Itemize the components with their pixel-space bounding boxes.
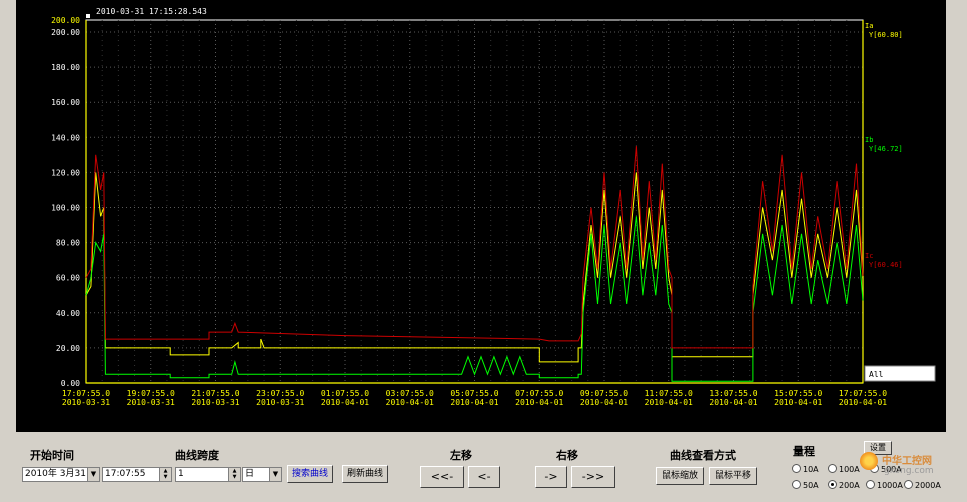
range-radio-10a[interactable]: 10A [792,464,819,474]
mouse-zoom-button[interactable]: 鼠标缩放 [656,467,704,485]
range-radio-50a[interactable]: 50A [792,480,819,490]
radio-icon [866,480,875,489]
y-top-label: 200.00 [51,16,80,25]
x-tick-time-label: 21:07:55.0 [191,389,239,398]
series-value-label: Y[46.72] [869,145,903,153]
move-left-button[interactable]: <- [468,466,500,488]
range-radio-100a[interactable]: 100A [828,464,860,474]
x-tick-time-label: 11:07:55.0 [645,389,693,398]
x-tick-date-label: 2010-03-31 [127,398,175,407]
move-right-far-button[interactable]: ->> [571,466,615,488]
x-tick-date-label: 2010-04-01 [839,398,887,407]
series-value-label: Y[60.80] [869,31,903,39]
start-time-label: 开始时间 [30,449,74,462]
x-tick-time-label: 17:07:55.0 [839,389,887,398]
radio-icon [904,480,913,489]
cursor-marker [86,14,90,18]
watermark-url: gkong.com [884,466,934,476]
radio-selected-icon [828,480,837,489]
series-name-label: Ic [865,252,873,260]
x-tick-time-label: 05:07:55.0 [450,389,498,398]
x-tick-date-label: 2010-03-31 [256,398,304,407]
x-tick-date-label: 2010-04-01 [645,398,693,407]
x-tick-time-label: 19:07:55.0 [127,389,175,398]
start-date-value: 2010年 3月31日 [25,469,95,479]
view-mode-label: 曲线查看方式 [670,449,736,462]
x-tick-date-label: 2010-04-01 [580,398,628,407]
start-time-value: 17:07:55 [105,469,146,479]
y-tick-label: 60.00 [56,274,80,283]
y-tick-label: 20.00 [56,344,80,353]
y-tick-label: 160.00 [51,98,80,107]
search-curve-button[interactable]: 搜索曲线 [287,465,333,483]
x-tick-date-label: 2010-04-01 [709,398,757,407]
x-tick-date-label: 2010-04-01 [386,398,434,407]
move-right-button[interactable]: -> [535,466,567,488]
x-tick-date-label: 2010-04-01 [774,398,822,407]
x-tick-time-label: 09:07:55.0 [580,389,628,398]
y-tick-label: 100.00 [51,204,80,213]
chart-panel: 200.00 180.00 160.00 140.00 120.00 100.00 80.0… [16,0,946,432]
range-radio-2000a[interactable]: 2000A [904,480,941,490]
span-value-field[interactable]: 1 ▲ ▼ [175,467,241,482]
move-right-label: 右移 [556,449,578,462]
y-tick-label: 180.00 [51,63,80,72]
range-radio-1000a[interactable]: 1000A [866,480,903,490]
move-left-far-button[interactable]: <<- [420,466,464,488]
y-tick-label: 200.00 [51,28,80,37]
y-tick-label: 40.00 [56,309,80,318]
series-name-label: Ib [865,136,873,144]
radio-icon [828,464,837,473]
range-radio-200a[interactable]: 200A [828,480,860,490]
chevron-down-icon[interactable]: ▼ [269,468,281,481]
x-tick-time-label: 01:07:55.0 [321,389,369,398]
x-tick-date-label: 2010-04-01 [515,398,563,407]
move-left-label: 左移 [450,449,472,462]
spinner-icon[interactable]: ▲ ▼ [159,468,171,481]
x-tick-time-label: 17:07:55.0 [62,389,110,398]
spinner-icon[interactable]: ▲ ▼ [228,468,240,481]
span-unit-value: 日 [245,469,255,479]
radio-icon [792,480,801,489]
y-tick-label: 140.00 [51,133,80,142]
y-tick-label: 0.00 [61,379,80,388]
x-tick-time-label: 13:07:55.0 [709,389,757,398]
series-select-label: All [869,370,884,379]
x-tick-date-label: 2010-03-31 [191,398,239,407]
range-label: 量程 [793,445,815,458]
timestamp-label: 2010-03-31 17:15:28.543 [96,7,207,16]
span-value: 1 [178,469,184,479]
x-tick-date-label: 2010-04-01 [450,398,498,407]
series-value-label: Y[60.46] [869,261,903,269]
current-chart: 200.00 180.00 160.00 140.00 120.00 100.00 80.0… [51,7,936,407]
x-tick-time-label: 15:07:55.0 [774,389,822,398]
start-time-field[interactable]: 17:07:55 ▲ ▼ [102,467,172,482]
radio-icon [792,464,801,473]
y-tick-label: 80.00 [56,239,80,248]
start-date-picker[interactable]: 2010年 3月31日 ▼ [22,467,100,482]
watermark-title: 中华工控网 [882,456,932,467]
chevron-down-icon[interactable]: ▼ [87,468,99,481]
watermark-logo-icon [860,452,878,470]
x-tick-date-label: 2010-03-31 [62,398,110,407]
x-tick-time-label: 23:07:55.0 [256,389,304,398]
series-name-label: Ia [865,22,873,30]
span-label: 曲线跨度 [175,449,219,462]
x-tick-time-label: 03:07:55.0 [386,389,434,398]
x-tick-time-label: 07:07:55.0 [515,389,563,398]
x-tick-date-label: 2010-04-01 [321,398,369,407]
y-tick-label: 120.00 [51,168,80,177]
span-unit-select[interactable]: 日 ▼ [242,467,282,482]
refresh-curve-button[interactable]: 刷新曲线 [342,465,388,483]
mouse-pan-button[interactable]: 鼠标平移 [709,467,757,485]
